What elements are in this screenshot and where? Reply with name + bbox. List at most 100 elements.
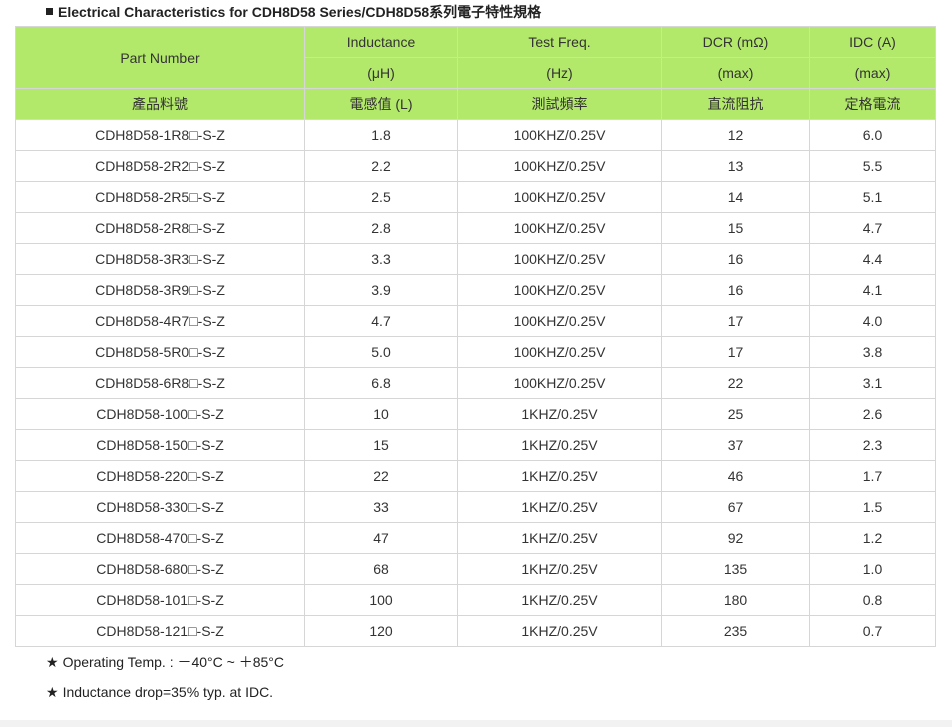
cell-part-number: CDH8D58-330□-S-Z <box>15 491 305 523</box>
cell-part-number: CDH8D58-6R8□-S-Z <box>15 367 305 399</box>
table-header: Part Number Inductance Test Freq. DCR (m… <box>15 26 936 120</box>
cell-inductance: 68 <box>304 553 458 585</box>
cell-test-freq: 100KHZ/0.25V <box>457 274 662 306</box>
table-row: CDH8D58-470□-S-Z 47 1KHZ/0.25V 92 1.2 <box>15 522 936 554</box>
cell-idc: 6.0 <box>809 119 936 151</box>
cell-dcr: 15 <box>661 212 810 244</box>
cell-inductance: 120 <box>304 615 458 647</box>
header-part-number-zh: 產品料號 <box>15 88 305 120</box>
cell-dcr: 17 <box>661 336 810 368</box>
cell-test-freq: 100KHZ/0.25V <box>457 150 662 182</box>
cell-part-number: CDH8D58-1R8□-S-Z <box>15 119 305 151</box>
header-idc-zh: 定格電流 <box>809 88 936 120</box>
cell-test-freq: 100KHZ/0.25V <box>457 119 662 151</box>
cell-test-freq: 1KHZ/0.25V <box>457 398 662 430</box>
cell-idc: 3.1 <box>809 367 936 399</box>
header-part-number: Part Number <box>15 26 305 89</box>
cell-dcr: 22 <box>661 367 810 399</box>
cell-inductance: 47 <box>304 522 458 554</box>
table-row: CDH8D58-680□-S-Z 68 1KHZ/0.25V 135 1.0 <box>15 553 936 585</box>
cell-idc: 4.4 <box>809 243 936 275</box>
cell-dcr: 14 <box>661 181 810 213</box>
cell-inductance: 2.8 <box>304 212 458 244</box>
cell-dcr: 37 <box>661 429 810 461</box>
cell-test-freq: 100KHZ/0.25V <box>457 243 662 275</box>
cell-dcr: 12 <box>661 119 810 151</box>
cell-test-freq: 1KHZ/0.25V <box>457 615 662 647</box>
cell-idc: 4.7 <box>809 212 936 244</box>
cell-idc: 4.0 <box>809 305 936 337</box>
cell-part-number: CDH8D58-3R9□-S-Z <box>15 274 305 306</box>
cell-idc: 5.1 <box>809 181 936 213</box>
cell-inductance: 2.2 <box>304 150 458 182</box>
header-inductance-zh: 電感值 (L) <box>304 88 458 120</box>
cell-idc: 1.7 <box>809 460 936 492</box>
table-row: CDH8D58-6R8□-S-Z 6.8 100KHZ/0.25V 22 3.1 <box>15 367 936 399</box>
cell-part-number: CDH8D58-121□-S-Z <box>15 615 305 647</box>
cell-inductance: 4.7 <box>304 305 458 337</box>
cell-dcr: 25 <box>661 398 810 430</box>
square-bullet-icon <box>46 8 53 15</box>
header-row-3: 產品料號 電感值 (L) 測試頻率 直流阻抗 定格電流 <box>15 88 936 120</box>
cell-test-freq: 100KHZ/0.25V <box>457 212 662 244</box>
cell-test-freq: 1KHZ/0.25V <box>457 491 662 523</box>
cell-idc: 4.1 <box>809 274 936 306</box>
table-row: CDH8D58-2R8□-S-Z 2.8 100KHZ/0.25V 15 4.7 <box>15 212 936 244</box>
cell-inductance: 10 <box>304 398 458 430</box>
table-row: CDH8D58-1R8□-S-Z 1.8 100KHZ/0.25V 12 6.0 <box>15 119 936 151</box>
cell-test-freq: 100KHZ/0.25V <box>457 336 662 368</box>
cell-idc: 1.2 <box>809 522 936 554</box>
cell-inductance: 6.8 <box>304 367 458 399</box>
cell-idc: 3.8 <box>809 336 936 368</box>
table-row: CDH8D58-330□-S-Z 33 1KHZ/0.25V 67 1.5 <box>15 491 936 523</box>
cell-idc: 5.5 <box>809 150 936 182</box>
header-test-freq-unit: (Hz) <box>457 57 662 89</box>
cell-test-freq: 1KHZ/0.25V <box>457 522 662 554</box>
cell-inductance: 3.9 <box>304 274 458 306</box>
cell-dcr: 180 <box>661 584 810 616</box>
cell-idc: 1.5 <box>809 491 936 523</box>
notes: ★ Operating Temp. : －40°C ~ ＋85°C ★ Induct… <box>46 650 284 710</box>
bottom-divider <box>0 720 952 727</box>
table-row: CDH8D58-2R5□-S-Z 2.5 100KHZ/0.25V 14 5.1 <box>15 181 936 213</box>
cell-part-number: CDH8D58-3R3□-S-Z <box>15 243 305 275</box>
cell-test-freq: 100KHZ/0.25V <box>457 305 662 337</box>
note-text: Inductance drop=35% typ. at IDC. <box>62 684 274 700</box>
header-test-freq: Test Freq. <box>457 26 662 58</box>
cell-part-number: CDH8D58-101□-S-Z <box>15 584 305 616</box>
star-icon: ★ <box>46 685 59 701</box>
header-idc: IDC (A) <box>809 26 936 58</box>
cell-test-freq: 1KHZ/0.25V <box>457 429 662 461</box>
cell-test-freq: 100KHZ/0.25V <box>457 181 662 213</box>
cell-part-number: CDH8D58-100□-S-Z <box>15 398 305 430</box>
header-row-1: Part Number Inductance Test Freq. DCR (m… <box>15 26 936 89</box>
cell-inductance: 100 <box>304 584 458 616</box>
cell-test-freq: 1KHZ/0.25V <box>457 584 662 616</box>
cell-test-freq: 1KHZ/0.25V <box>457 553 662 585</box>
header-dcr-unit: (max) <box>661 57 810 89</box>
table-body: CDH8D58-1R8□-S-Z 1.8 100KHZ/0.25V 12 6.0 CDH8… <box>15 119 936 647</box>
cell-part-number: CDH8D58-5R0□-S-Z <box>15 336 305 368</box>
table-row: CDH8D58-101□-S-Z 100 1KHZ/0.25V 180 0.8 <box>15 584 936 616</box>
header-idc-unit: (max) <box>809 57 936 89</box>
cell-inductance: 2.5 <box>304 181 458 213</box>
cell-part-number: CDH8D58-220□-S-Z <box>15 460 305 492</box>
cell-test-freq: 1KHZ/0.25V <box>457 460 662 492</box>
cell-part-number: CDH8D58-2R2□-S-Z <box>15 150 305 182</box>
header-inductance: Inductance <box>304 26 458 58</box>
header-dcr-zh: 直流阻抗 <box>661 88 810 120</box>
electrical-characteristics-table: Part Number Inductance Test Freq. DCR (m… <box>15 26 936 647</box>
cell-dcr: 92 <box>661 522 810 554</box>
note-inductance-drop: ★ Inductance drop=35% typ. at IDC. <box>46 680 284 710</box>
table-row: CDH8D58-3R3□-S-Z 3.3 100KHZ/0.25V 16 4.4 <box>15 243 936 275</box>
cell-idc: 1.0 <box>809 553 936 585</box>
note-operating-temp: ★ Operating Temp. : －40°C ~ ＋85°C <box>46 650 284 680</box>
cell-part-number: CDH8D58-2R5□-S-Z <box>15 181 305 213</box>
table-row: CDH8D58-5R0□-S-Z 5.0 100KHZ/0.25V 17 3.8 <box>15 336 936 368</box>
section-heading-text: Electrical Characteristics for CDH8D58 S… <box>58 4 542 20</box>
cell-idc: 2.6 <box>809 398 936 430</box>
table-row: CDH8D58-3R9□-S-Z 3.9 100KHZ/0.25V 16 4.1 <box>15 274 936 306</box>
cell-part-number: CDH8D58-470□-S-Z <box>15 522 305 554</box>
cell-dcr: 16 <box>661 243 810 275</box>
header-test-freq-zh: 測試頻率 <box>457 88 662 120</box>
